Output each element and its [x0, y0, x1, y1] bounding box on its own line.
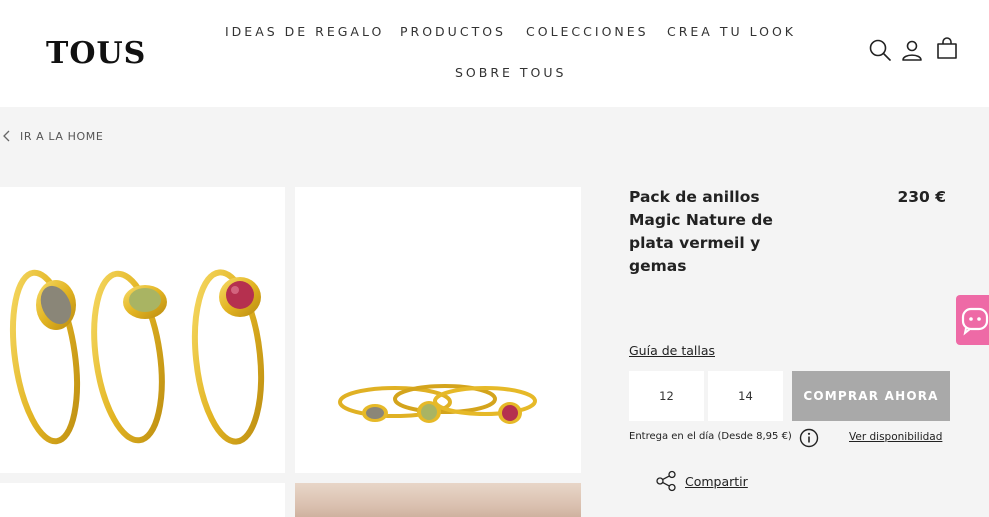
chevron-left-icon [3, 130, 10, 142]
chat-bear-icon [961, 307, 989, 336]
size-option-14[interactable]: 14 [708, 371, 783, 421]
product-title: Pack de anillos Magic Nature de plata ve… [629, 188, 773, 275]
delivery-info: Entrega en el día (Desde 8,95 €) [629, 431, 792, 442]
product-image-model[interactable] [295, 483, 581, 517]
nav-sobre-tous[interactable]: SOBRE TOUS [455, 65, 566, 80]
nav-colecciones[interactable]: COLECCIONES [526, 24, 649, 39]
check-availability-link[interactable]: Ver disponibilidad [849, 431, 942, 443]
product-image-3[interactable] [0, 483, 285, 517]
breadcrumb[interactable]: IR A LA HOME [0, 127, 103, 145]
share-label: Compartir [685, 473, 748, 489]
nav-crea-tu-look[interactable]: CREA TU LOOK [667, 24, 796, 39]
user-icon[interactable] [900, 38, 924, 62]
product-image-rings-front[interactable] [0, 187, 285, 473]
size-guide-link[interactable]: Guía de tallas [629, 343, 715, 358]
share-action[interactable]: Compartir [655, 470, 748, 492]
size-option-12[interactable]: 12 [629, 371, 704, 421]
buy-now-button[interactable]: COMPRAR AHORA [792, 371, 950, 421]
search-icon[interactable] [868, 38, 892, 62]
share-icon [656, 470, 676, 492]
chat-widget-tab[interactable] [956, 295, 989, 345]
nav-productos[interactable]: PRODUCTOS [400, 24, 506, 39]
breadcrumb-home-link[interactable]: IR A LA HOME [20, 130, 103, 143]
rings-front-illustration [10, 269, 265, 445]
product-image-rings-stacked[interactable] [295, 187, 581, 473]
info-icon[interactable] [799, 428, 819, 448]
rings-stacked-illustration [338, 384, 537, 424]
nav-ideas-de-regalo[interactable]: IDEAS DE REGALO [225, 24, 384, 39]
shopping-bag-icon[interactable] [935, 36, 959, 60]
site-header: TOUS IDEAS DE REGALO PRODUCTOS COLECCION… [0, 0, 989, 107]
product-price: 230 € [897, 188, 946, 206]
tous-logo[interactable]: TOUS [46, 36, 146, 71]
